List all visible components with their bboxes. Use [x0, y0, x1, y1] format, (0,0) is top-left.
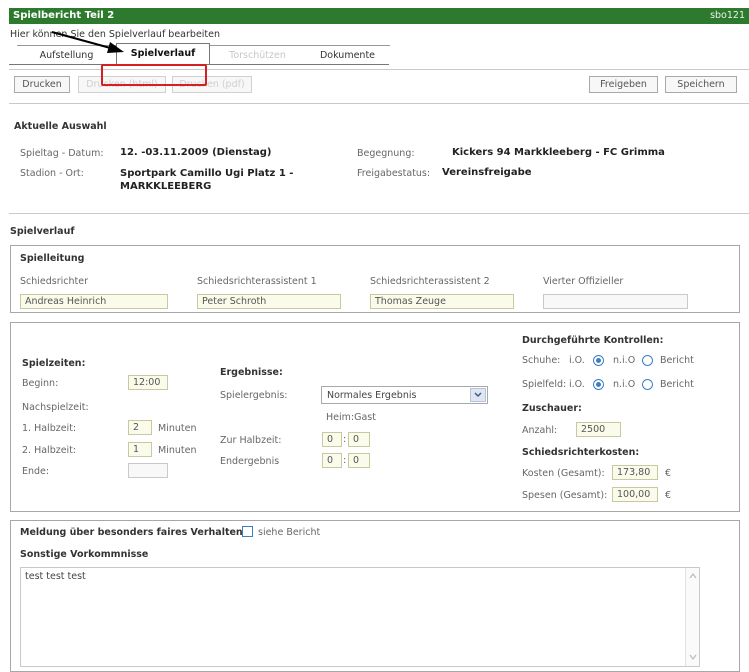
page-title: Spielbericht Teil 2	[13, 10, 115, 21]
costs-total-field[interactable]: 173,80	[612, 465, 658, 480]
final-label: Endergebnis	[220, 456, 280, 467]
stadium-label: Stadion - Ort:	[20, 168, 84, 179]
field-ok-radio[interactable]	[593, 379, 604, 390]
textarea-scrollbar[interactable]	[685, 568, 699, 666]
fairplay-label: Meldung über besonders faires Verhalten:	[20, 527, 247, 538]
status-label: Freigabestatus:	[357, 168, 431, 179]
tab-spielverlauf[interactable]: Spielverlauf	[116, 43, 210, 65]
result-select-value: Normales Ergebnis	[327, 390, 417, 401]
half2-field[interactable]: 1	[128, 442, 152, 457]
halftime-home-field[interactable]: 0	[322, 432, 342, 447]
field-notok-radio[interactable]	[642, 379, 653, 390]
section-divider	[9, 213, 749, 214]
arrow-annotation-icon	[51, 31, 124, 53]
result-label: Spielergebnis:	[220, 390, 288, 401]
halftime-colon: :	[343, 434, 347, 445]
ar1-field[interactable]: Peter Schroth	[197, 294, 341, 309]
halftime-label: Zur Halbzeit:	[220, 435, 282, 446]
date-value: 12. -03.11.2009 (Dienstag)	[120, 147, 272, 158]
fairplay-checkbox[interactable]	[242, 526, 253, 537]
highlight-annotation	[101, 64, 207, 86]
shoes-ok-radio[interactable]	[593, 355, 604, 366]
officials-title: Spielleitung	[20, 253, 85, 264]
costs-total-label: Kosten (Gesamt):	[522, 468, 605, 479]
times-title: Spielzeiten:	[22, 358, 86, 369]
referee-field[interactable]: Andreas Heinrich	[20, 294, 168, 309]
selection-title: Aktuelle Auswahl	[14, 121, 107, 132]
final-home-field[interactable]: 0	[322, 453, 342, 468]
shoes-ok-label: i.O.	[569, 355, 585, 366]
user-id: sbo121	[710, 10, 745, 21]
title-bar: Spielbericht Teil 2 sbo121	[9, 8, 749, 24]
extra-time-label: Nachspielzeit:	[22, 402, 89, 413]
field-report-label: Bericht	[660, 379, 694, 390]
ar2-field[interactable]: Thomas Zeuge	[370, 294, 514, 309]
expenses-currency: €	[665, 490, 672, 501]
shoes-report-label: Bericht	[660, 355, 694, 366]
shoes-notok-label: n.i.O	[613, 355, 636, 366]
fourth-official-label: Vierter Offizieller	[543, 276, 624, 287]
tab-torschuetzen[interactable]: Torschützen	[210, 45, 305, 64]
save-button[interactable]: Speichern	[665, 76, 737, 93]
final-colon: :	[343, 455, 347, 466]
stadium-value: Sportpark Camillo Ugi Platz 1 - MARKKLEE…	[120, 168, 294, 192]
half1-label: 1. Halbzeit:	[22, 423, 77, 434]
referee-label: Schiedsrichter	[20, 276, 89, 287]
half1-minutes: Minuten	[158, 423, 197, 434]
expenses-label: Spesen (Gesamt):	[522, 490, 608, 501]
spectators-title: Zuschauer:	[522, 403, 582, 414]
end-field[interactable]	[128, 463, 168, 478]
incidents-title: Sonstige Vorkommnisse	[20, 549, 149, 560]
shoes-notok-radio[interactable]	[642, 355, 653, 366]
match-value: Kickers 94 Markkleeberg - FC Grimma	[452, 147, 665, 158]
results-title: Ergebnisse:	[220, 367, 283, 378]
tab-dokumente[interactable]: Dokumente	[305, 45, 390, 64]
half2-label: 2. Halbzeit:	[22, 445, 77, 456]
start-label: Beginn:	[22, 378, 59, 389]
field-label: Spielfeld:	[522, 379, 567, 390]
toolbar-bottom-divider	[9, 103, 749, 104]
date-label: Spieltag - Datum:	[20, 148, 104, 159]
course-title: Spielverlauf	[10, 226, 75, 237]
status-value: Vereinsfreigabe	[442, 167, 532, 178]
half1-field[interactable]: 2	[128, 420, 152, 435]
match-label: Begegnung:	[357, 148, 415, 159]
spectators-count-label: Anzahl:	[522, 425, 558, 436]
shoes-label: Schuhe:	[522, 355, 561, 366]
ar1-label: Schiedsrichterassistent 1	[197, 276, 317, 287]
field-ok-label: i.O.	[569, 379, 585, 390]
chevron-down-icon[interactable]	[470, 388, 486, 402]
release-button[interactable]: Freigeben	[589, 76, 658, 93]
start-field[interactable]: 12:00	[128, 375, 168, 390]
costs-total-currency: €	[665, 468, 672, 479]
ar2-label: Schiedsrichterassistent 2	[370, 276, 490, 287]
final-away-field[interactable]: 0	[348, 453, 370, 468]
spectators-count-field[interactable]: 2500	[576, 422, 621, 437]
result-select[interactable]: Normales Ergebnis	[321, 386, 488, 404]
print-button[interactable]: Drucken	[14, 76, 70, 93]
field-notok-label: n.i.O	[613, 379, 636, 390]
fairplay-note: siehe Bericht	[258, 527, 321, 538]
expenses-field[interactable]: 100,00	[612, 487, 658, 502]
half2-minutes: Minuten	[158, 445, 197, 456]
home-away-label: Heim:Gast	[326, 412, 376, 423]
incidents-textarea[interactable]: test test test	[20, 567, 700, 667]
costs-title: Schiedsrichterkosten:	[522, 447, 640, 458]
incidents-text: test test test	[25, 571, 86, 582]
fourth-official-field[interactable]	[543, 294, 688, 309]
halftime-away-field[interactable]: 0	[348, 432, 370, 447]
controls-title: Durchgeführte Kontrollen:	[522, 335, 664, 346]
end-label: Ende:	[22, 466, 50, 477]
